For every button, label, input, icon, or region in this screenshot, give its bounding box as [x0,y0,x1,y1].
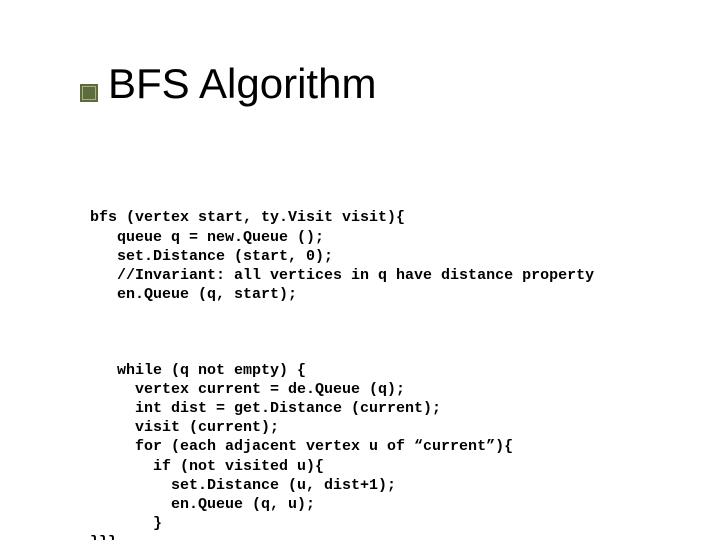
slide: BFS Algorithm bfs (vertex start, ty.Visi… [0,0,720,540]
slide-title: BFS Algorithm [108,60,376,108]
title-bullet-icon [80,84,98,102]
code-section-2: while (q not empty) { vertex current = d… [90,361,710,540]
code-block: bfs (vertex start, ty.Visit visit){ queu… [90,170,710,540]
title-row: BFS Algorithm [80,60,376,108]
code-section-1: bfs (vertex start, ty.Visit visit){ queu… [90,208,710,304]
